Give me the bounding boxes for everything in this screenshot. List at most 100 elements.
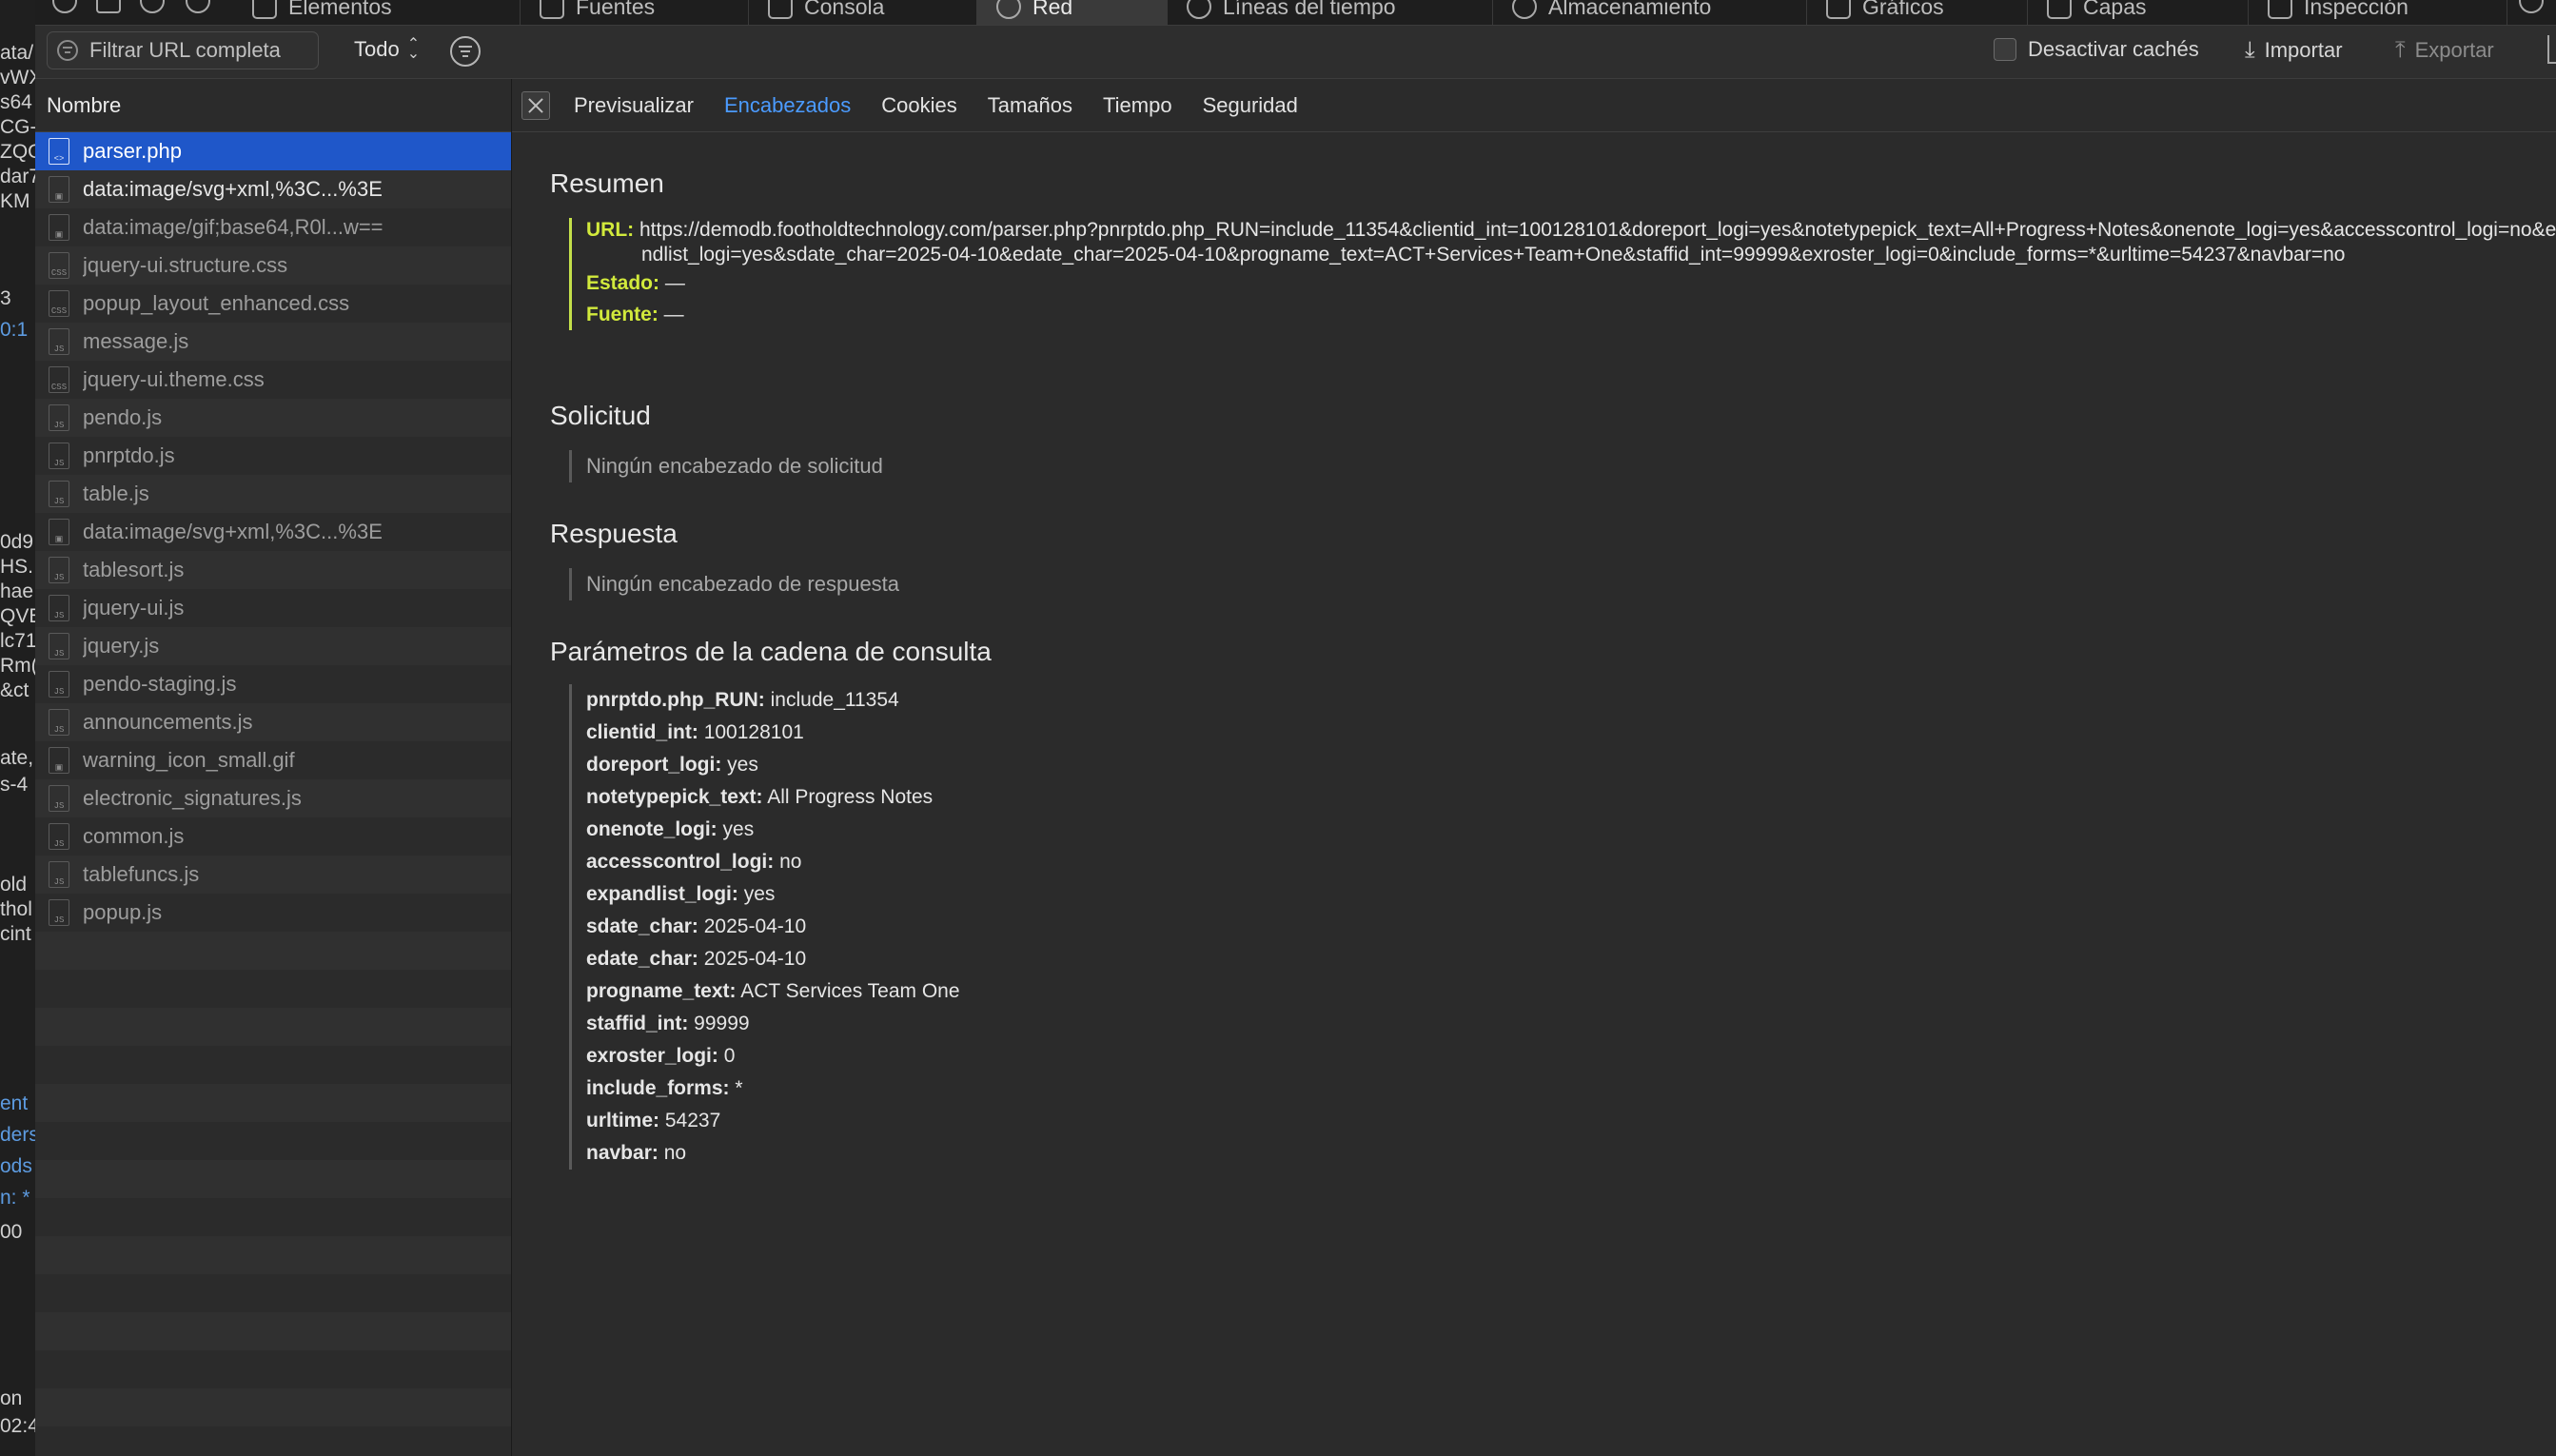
page-text-fragment: on [0,1387,23,1409]
tab-tiempo[interactable]: Tiempo [1103,93,1172,118]
query-param: staffid_int: 99999 [586,1008,960,1040]
tab-elementos[interactable]: Elementos [233,0,521,25]
query-param-key: include_forms: [586,1077,730,1099]
tab-encabezados[interactable]: Encabezados [724,93,851,118]
image-icon: ▣ [49,176,69,203]
request-row[interactable]: ▣ data:image/svg+xml,%3C...%3E [35,170,511,208]
empty-row [35,1236,511,1274]
request-row[interactable]: CSS jquery-ui.theme.css [35,361,511,399]
name-column-header[interactable]: Nombre [35,79,511,132]
import-button[interactable]: ⤓ Importar [2245,37,2343,64]
request-row[interactable]: CSS popup_layout_enhanced.css [35,285,511,323]
tab-graficos[interactable]: Gráficos [1807,0,2028,25]
image-icon: ▣ [49,519,69,545]
tab-capas[interactable]: Capas [2028,0,2249,25]
request-row[interactable]: <> parser.php [35,132,511,170]
request-row[interactable]: JS jquery-ui.js [35,589,511,627]
page-text-fragment: vWX [0,67,35,89]
js-icon: JS [49,823,69,850]
tab-inspeccion[interactable]: Inspección [2249,0,2507,25]
summary-status: Estado: — [586,272,685,294]
empty-row [35,1084,511,1122]
request-row[interactable]: JS table.js [35,475,511,513]
tab-almacenamiento[interactable]: Almacenamiento [1493,0,1807,25]
upload-icon: ⤒ [2395,37,2406,63]
request-name: table.js [83,482,149,505]
query-param-key: pnrptdo.php_RUN: [586,689,765,711]
css-icon: CSS [49,366,69,393]
trash-icon[interactable] [2547,35,2556,64]
page-text-fragment: old [0,874,28,895]
search-icon[interactable] [2519,0,2544,13]
empty-row [35,1122,511,1160]
reload-icon[interactable] [140,0,165,13]
tab-cookies[interactable]: Cookies [881,93,956,118]
query-param-value: yes [743,883,776,905]
query-param: doreport_logi: yes [586,749,960,781]
pin-icon[interactable] [52,0,77,13]
close-icon[interactable] [521,90,550,120]
empty-row [35,1388,511,1426]
query-param-key: accesscontrol_logi: [586,851,775,873]
request-name: electronic_signatures.js [83,786,302,810]
response-headers-empty: Ningún encabezado de respuesta [586,572,900,596]
query-param-key: doreport_logi: [586,754,722,776]
tab-consola[interactable]: Consola [749,0,977,25]
request-row[interactable]: JS common.js [35,817,511,856]
request-row[interactable]: ▣ data:image/gif;base64,R0l...w== [35,208,511,246]
page-text-fragment: ata/ [0,42,34,64]
request-row[interactable]: JS pendo-staging.js [35,665,511,703]
request-row[interactable]: ▣ warning_icon_small.gif [35,741,511,779]
request-row[interactable]: JS popup.js [35,894,511,932]
js-icon: JS [49,899,69,926]
request-row[interactable]: JS pendo.js [35,399,511,437]
element-picker-icon[interactable] [186,0,210,13]
query-param-key: expandlist_logi: [586,883,738,905]
request-row[interactable]: ▣ data:image/svg+xml,%3C...%3E [35,513,511,551]
request-row[interactable]: JS electronic_signatures.js [35,779,511,817]
css-icon: CSS [49,290,69,317]
query-param: edate_char: 2025-04-10 [586,943,960,975]
dock-icon[interactable] [96,0,121,13]
request-name: data:image/svg+xml,%3C...%3E [83,177,383,201]
resource-type-select[interactable]: Todo ⌃ ⌄ [354,37,420,62]
tab-previsualizar[interactable]: Previsualizar [574,93,694,118]
request-row[interactable]: JS jquery.js [35,627,511,665]
tab-tamanos[interactable]: Tamaños [988,93,1072,118]
query-param: progname_text: ACT Services Team One [586,975,960,1008]
page-text-fragment: QVE [0,605,35,627]
disable-cache-checkbox[interactable] [1994,38,2016,61]
summary-url: URL: https://demodb.footholdtechnology.c… [586,218,2556,267]
request-row[interactable]: JS pnrptdo.js [35,437,511,475]
page-text-fragment: 00 [0,1221,23,1243]
query-param-key: exroster_logi: [586,1045,718,1067]
query-param-key: notetypepick_text: [586,786,763,808]
query-param-value: 54237 [664,1110,721,1131]
page-content-strip: ata/vWXs64 CG- ZQO dar7 KM 3 0:1 0d9 HS.hae QVE lc… [0,0,36,1456]
export-button[interactable]: ⤒ Exportar [2395,37,2494,64]
filter-box[interactable] [47,31,319,69]
request-name: data:image/svg+xml,%3C...%3E [83,520,383,543]
request-row[interactable]: JS tablefuncs.js [35,856,511,894]
request-details-pane: Previsualizar Encabezados Cookies Tamaño… [512,79,2556,1456]
summary-section: URL: https://demodb.footholdtechnology.c… [569,218,2556,330]
filter-options-icon[interactable] [450,36,481,67]
tab-fuentes[interactable]: Fuentes [521,0,749,25]
request-row[interactable]: CSS jquery-ui.structure.css [35,246,511,285]
tab-red[interactable]: Red [977,0,1168,25]
request-row[interactable]: JS announcements.js [35,703,511,741]
disable-cache-toggle[interactable]: Desactivar cachés [1994,37,2199,62]
request-name: data:image/gif;base64,R0l...w== [83,215,383,239]
request-headers-empty: Ningún encabezado de solicitud [586,454,883,478]
tab-lineas-del-tiempo[interactable]: Líneas del tiempo [1168,0,1493,25]
query-param: notetypepick_text: All Progress Notes [586,781,960,814]
request-row[interactable]: JS tablesort.js [35,551,511,589]
filter-url-input[interactable] [88,37,310,64]
query-param: urltime: 54237 [586,1105,960,1137]
page-text-fragment: &ct [0,679,29,701]
request-row[interactable]: JS message.js [35,323,511,361]
tab-seguridad[interactable]: Seguridad [1203,93,1298,118]
response-headers-title: Respuesta [550,519,678,548]
js-icon: JS [49,404,69,431]
js-icon: JS [49,709,69,736]
